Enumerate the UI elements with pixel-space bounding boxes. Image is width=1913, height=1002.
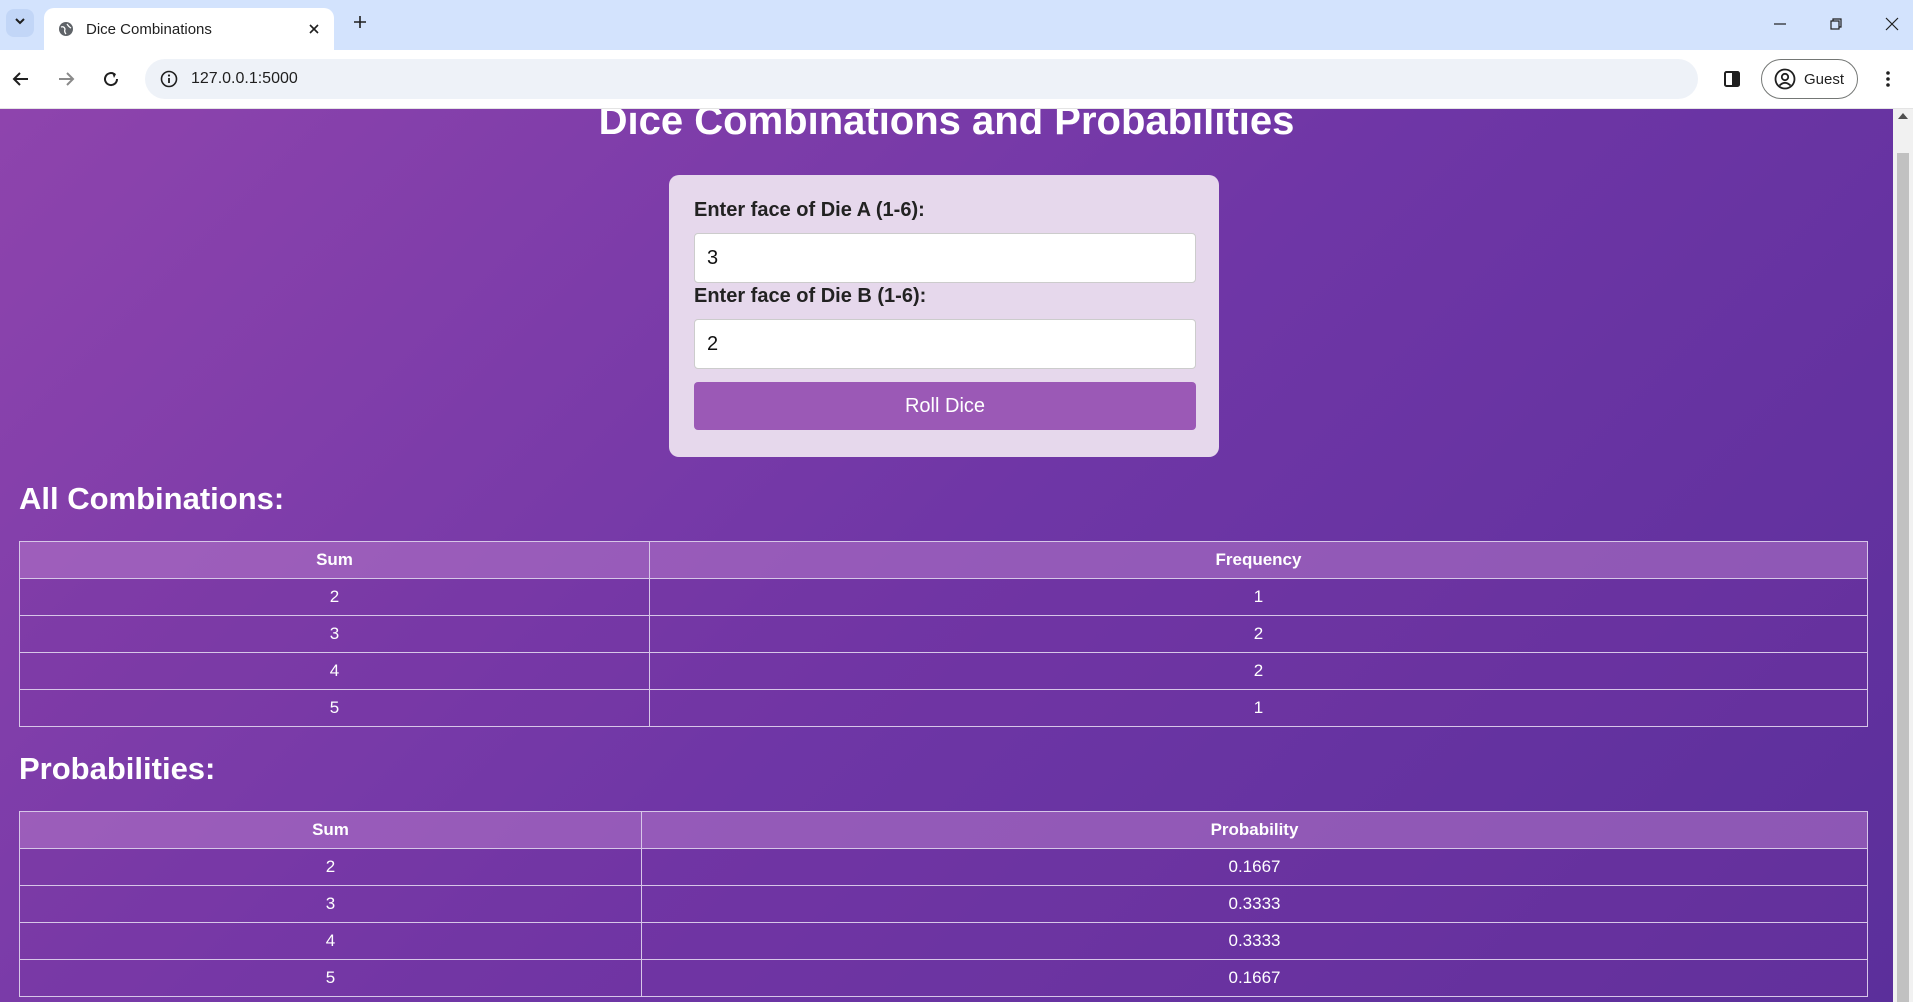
column-header-sum: Sum bbox=[19, 811, 642, 849]
kebab-menu-icon[interactable] bbox=[1876, 67, 1900, 91]
profile-icon bbox=[1774, 68, 1796, 90]
combinations-heading: All Combinations: bbox=[19, 481, 285, 516]
sum-cell: 2 bbox=[19, 848, 642, 886]
probability-cell: 0.1667 bbox=[641, 959, 1868, 997]
globe-icon bbox=[58, 21, 74, 37]
sum-cell: 4 bbox=[19, 652, 650, 690]
minimize-icon[interactable] bbox=[1768, 12, 1792, 36]
restore-icon[interactable] bbox=[1824, 12, 1848, 36]
address-bar[interactable]: 127.0.0.1:5000 bbox=[145, 59, 1698, 99]
roll-dice-button[interactable]: Roll Dice bbox=[694, 382, 1196, 430]
table-row: 5 0.1667 bbox=[19, 959, 1868, 997]
die-b-input[interactable] bbox=[694, 319, 1196, 369]
sum-cell: 5 bbox=[19, 689, 650, 727]
column-header-sum: Sum bbox=[19, 541, 650, 579]
plus-icon bbox=[353, 15, 367, 34]
frequency-cell: 2 bbox=[649, 615, 1868, 653]
sum-cell: 2 bbox=[19, 578, 650, 616]
scroll-up-arrow-icon[interactable] bbox=[1898, 113, 1908, 119]
frequency-cell: 1 bbox=[649, 689, 1868, 727]
table-row: 5 1 bbox=[19, 689, 1868, 727]
table-row: 3 0.3333 bbox=[19, 885, 1868, 923]
sum-cell: 3 bbox=[19, 885, 642, 923]
probability-cell: 0.3333 bbox=[641, 922, 1868, 960]
vertical-scrollbar[interactable] bbox=[1893, 109, 1913, 1002]
browser-tab[interactable]: Dice Combinations bbox=[44, 8, 334, 50]
window-close-icon[interactable] bbox=[1880, 12, 1904, 36]
profile-label: Guest bbox=[1804, 70, 1845, 88]
probabilities-heading: Probabilities: bbox=[19, 751, 216, 786]
page-viewport: Dice Combinations and Probabilities Ente… bbox=[0, 109, 1893, 1002]
die-a-input[interactable] bbox=[694, 233, 1196, 283]
sum-cell: 5 bbox=[19, 959, 642, 997]
sum-cell: 4 bbox=[19, 922, 642, 960]
browser-toolbar: 127.0.0.1:5000 Guest bbox=[0, 50, 1913, 109]
profile-button[interactable]: Guest bbox=[1761, 59, 1858, 99]
url-text: 127.0.0.1:5000 bbox=[191, 70, 298, 87]
die-a-label: Enter face of Die A (1-6): bbox=[694, 199, 925, 221]
close-icon[interactable] bbox=[304, 19, 324, 39]
table-row: 4 0.3333 bbox=[19, 922, 1868, 960]
chevron-down-icon bbox=[14, 14, 26, 32]
column-header-frequency: Frequency bbox=[649, 541, 1868, 579]
table-header-row: Sum Probability bbox=[19, 811, 1868, 849]
tab-search-button[interactable] bbox=[6, 9, 34, 37]
table-row: 4 2 bbox=[19, 652, 1868, 690]
table-row: 3 2 bbox=[19, 615, 1868, 653]
tab-strip: Dice Combinations bbox=[0, 0, 1913, 50]
combinations-table: Sum Frequency 2 1 3 2 4 2 5 1 bbox=[19, 541, 1868, 727]
probability-cell: 0.3333 bbox=[641, 885, 1868, 923]
page-title: Dice Combinations and Probabilities bbox=[598, 109, 1295, 143]
frequency-cell: 2 bbox=[649, 652, 1868, 690]
column-header-probability: Probability bbox=[641, 811, 1868, 849]
dice-form: Enter face of Die A (1-6): Enter face of… bbox=[669, 175, 1219, 457]
scrollbar-thumb[interactable] bbox=[1897, 153, 1909, 1002]
die-b-label: Enter face of Die B (1-6): bbox=[694, 285, 927, 307]
reload-icon[interactable] bbox=[98, 66, 124, 92]
probabilities-table: Sum Probability 2 0.1667 3 0.3333 4 0.33… bbox=[19, 811, 1868, 997]
side-panel-icon[interactable] bbox=[1720, 67, 1744, 91]
new-tab-button[interactable] bbox=[348, 12, 372, 36]
probability-cell: 0.1667 bbox=[641, 848, 1868, 886]
tab-title: Dice Combinations bbox=[86, 20, 212, 38]
table-row: 2 1 bbox=[19, 578, 1868, 616]
table-row: 2 0.1667 bbox=[19, 848, 1868, 886]
info-icon[interactable] bbox=[159, 69, 179, 89]
sum-cell: 3 bbox=[19, 615, 650, 653]
forward-arrow-icon[interactable] bbox=[53, 66, 79, 92]
frequency-cell: 1 bbox=[649, 578, 1868, 616]
table-header-row: Sum Frequency bbox=[19, 541, 1868, 579]
back-arrow-icon[interactable] bbox=[8, 66, 34, 92]
